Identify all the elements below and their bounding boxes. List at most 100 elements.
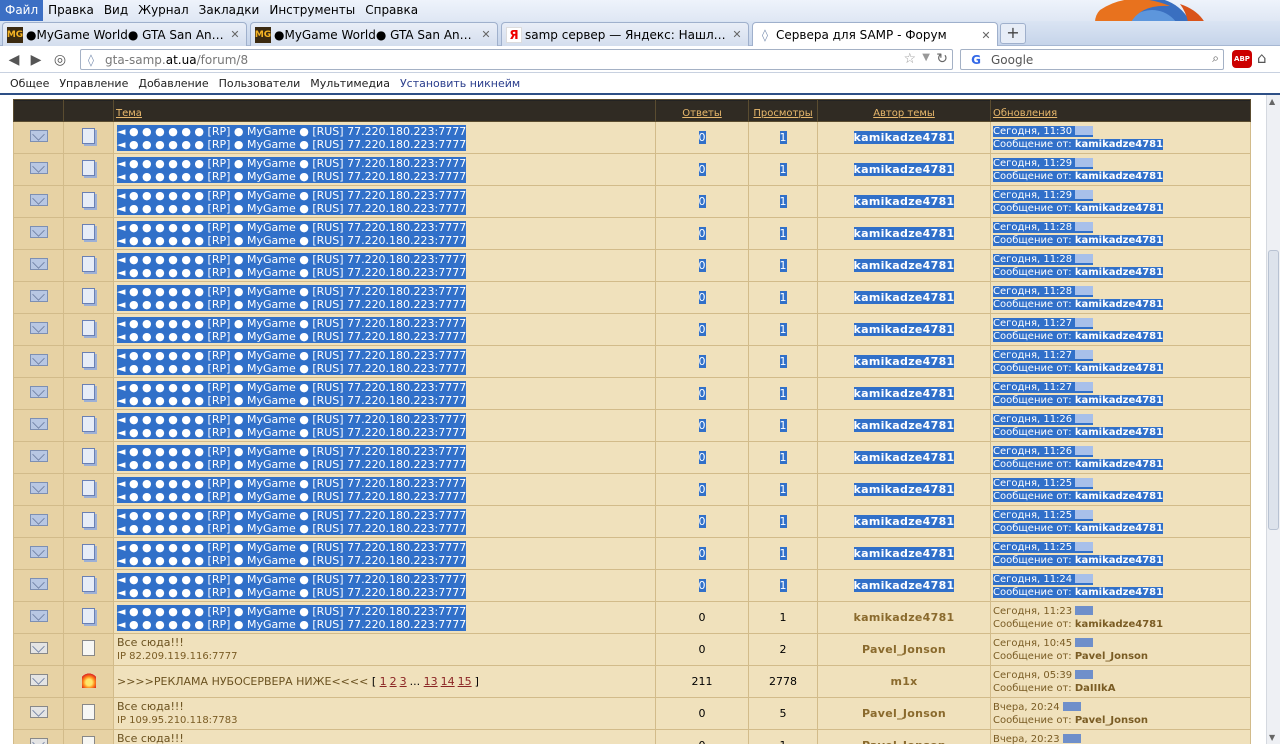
last-post-author[interactable]: kamikadze4781 [1075,171,1163,182]
menu-item[interactable]: Журнал [133,0,194,21]
tab-2[interactable]: MG●MyGame World● GTA San Andreas Multi..… [250,22,498,46]
go-to-last-post-icon[interactable] [1075,669,1094,679]
author-link[interactable]: Pavel_Jonson [817,729,991,744]
topic-link[interactable]: ◄ ● ● ● ● ● ● [RP] ● MyGame ● [RUS] 77.2… [117,156,467,170]
author-link[interactable]: kamikadze4781 [853,291,955,304]
go-to-last-post-icon[interactable] [1075,541,1094,551]
page-link[interactable]: 14 [441,675,455,688]
google-engine-icon[interactable]: G [961,53,991,67]
table-row[interactable]: ◄ ● ● ● ● ● ● [RP] ● MyGame ● [RUS] 77.2… [13,441,1251,474]
last-post-author[interactable]: kamikadze4781 [1075,299,1163,310]
history-icon[interactable]: ◎ [50,50,70,70]
topic-link[interactable]: ◄ ● ● ● ● ● ● [RP] ● MyGame ● [RUS] 77.2… [117,572,467,586]
topic-link[interactable]: ◄ ● ● ● ● ● ● [RP] ● MyGame ● [RUS] 77.2… [117,252,467,266]
close-icon[interactable]: ✕ [228,28,242,41]
go-to-last-post-icon[interactable] [1075,477,1094,487]
go-to-last-post-icon[interactable] [1062,701,1081,711]
tab-4[interactable]: ◊ Сервера для SAMP - Форум ✕ [752,22,998,47]
last-post-author[interactable]: kamikadze4781 [1075,619,1163,630]
go-to-last-post-icon[interactable] [1075,221,1094,231]
table-row[interactable]: ◄ ● ● ● ● ● ● [RP] ● MyGame ● [RUS] 77.2… [13,473,1251,506]
tab-1[interactable]: MG●MyGame World● GTA San Andreas Multi..… [2,22,247,46]
go-to-last-post-icon[interactable] [1075,317,1094,327]
sitenav-item[interactable]: Мультимедиа [305,77,395,90]
topic-link[interactable]: ◄ ● ● ● ● ● ● [RP] ● MyGame ● [RUS] 77.2… [117,220,467,234]
table-row[interactable]: ◄ ● ● ● ● ● ● [RP] ● MyGame ● [RUS] 77.2… [13,537,1251,570]
topic-link[interactable]: ◄ ● ● ● ● ● ● [RP] ● MyGame ● [RUS] 77.2… [117,188,467,202]
last-post-author[interactable]: DaIIIkA [1075,683,1116,694]
topic-link[interactable]: >>>>РЕКЛАМА НУБОСЕРВЕРА НИЖЕ<<<< [117,675,368,688]
last-post-author[interactable]: kamikadze4781 [1075,523,1163,534]
go-to-last-post-icon[interactable] [1075,573,1094,583]
author-link[interactable]: kamikadze4781 [853,451,955,464]
search-input[interactable]: G Google ⌕ [960,49,1224,70]
menu-item[interactable]: Правка [43,0,99,21]
table-row[interactable]: ◄ ● ● ● ● ● ● [RP] ● MyGame ● [RUS] 77.2… [13,153,1251,186]
go-to-last-post-icon[interactable] [1075,605,1094,615]
forward-arrow-icon[interactable]: ▶ [26,50,46,70]
table-row[interactable]: Все сюда!!! IP 109.95.210.118:7783 0 5 Pavel… [13,697,1251,730]
author-link[interactable]: kamikadze4781 [853,515,955,528]
page-link[interactable]: 13 [424,675,438,688]
go-to-last-post-icon[interactable] [1075,253,1094,263]
topic-link[interactable]: Все сюда!!! [117,700,184,713]
go-to-last-post-icon[interactable] [1075,509,1094,519]
author-link[interactable]: kamikadze4781 [853,419,955,432]
page-link[interactable]: 2 [390,675,397,688]
close-icon[interactable]: ✕ [730,28,744,41]
table-row[interactable]: ◄ ● ● ● ● ● ● [RP] ● MyGame ● [RUS] 77.2… [13,185,1251,218]
go-to-last-post-icon[interactable] [1075,349,1094,359]
go-to-last-post-icon[interactable] [1075,157,1094,167]
table-row[interactable]: ◄ ● ● ● ● ● ● [RP] ● MyGame ● [RUS] 77.2… [13,249,1251,282]
header-author[interactable]: Автор темы [817,99,991,122]
table-row[interactable]: ◄ ● ● ● ● ● ● [RP] ● MyGame ● [RUS] 77.2… [13,121,1251,154]
page-link[interactable]: 3 [400,675,407,688]
page-link[interactable]: 15 [458,675,472,688]
page-link[interactable]: 1 [380,675,387,688]
header-updates[interactable]: Обновления [990,99,1251,122]
topic-link[interactable]: ◄ ● ● ● ● ● ● [RP] ● MyGame ● [RUS] 77.2… [117,540,467,554]
table-row[interactable]: ◄ ● ● ● ● ● ● [RP] ● MyGame ● [RUS] 77.2… [13,409,1251,442]
go-to-last-post-icon[interactable] [1075,285,1094,295]
url-dropdown-icon[interactable]: ▼ [922,52,930,63]
adblock-icon[interactable]: ABP [1232,50,1252,68]
header-replies[interactable]: Ответы [655,99,749,122]
close-icon[interactable]: ✕ [479,28,493,41]
home-icon[interactable]: ⌂ [1257,49,1267,67]
site-identity-icon[interactable]: ◊ [81,53,101,67]
topic-link[interactable]: ◄ ● ● ● ● ● ● [RP] ● MyGame ● [RUS] 77.2… [117,508,467,522]
header-topic[interactable]: Тема [113,99,656,122]
last-post-author[interactable]: kamikadze4781 [1075,139,1163,150]
scroll-up-icon[interactable]: ▲ [1269,97,1275,106]
bookmark-star-icon[interactable]: ☆ [903,51,916,67]
last-post-author[interactable]: kamikadze4781 [1075,235,1163,246]
sitenav-item[interactable]: Добавление [133,77,213,90]
last-post-author[interactable]: kamikadze4781 [1075,203,1163,214]
last-post-author[interactable]: kamikadze4781 [1075,427,1163,438]
table-row[interactable]: >>>>РЕКЛАМА НУБОСЕРВЕРА НИЖЕ<<<< [ 1 2 3..… [13,665,1251,698]
go-to-last-post-icon[interactable] [1075,189,1094,199]
menu-item[interactable]: Инструменты [264,0,360,21]
topic-link[interactable]: Все сюда!!! [117,636,184,649]
last-post-author[interactable]: kamikadze4781 [1075,331,1163,342]
last-post-author[interactable]: kamikadze4781 [1075,555,1163,566]
table-row[interactable]: ◄ ● ● ● ● ● ● [RP] ● MyGame ● [RUS] 77.2… [13,217,1251,250]
search-icon[interactable]: ⌕ [1212,51,1219,66]
topic-link[interactable]: ◄ ● ● ● ● ● ● [RP] ● MyGame ● [RUS] 77.2… [117,284,467,298]
new-tab-button[interactable]: + [1000,23,1026,44]
go-to-last-post-icon[interactable] [1062,733,1081,743]
sitenav-item[interactable]: Пользователи [214,77,306,90]
topic-link[interactable]: ◄ ● ● ● ● ● ● [RP] ● MyGame ● [RUS] 77.2… [117,604,467,618]
menu-item[interactable]: Справка [360,0,423,21]
author-link[interactable]: kamikadze4781 [853,547,955,560]
author-link[interactable]: kamikadze4781 [854,611,955,624]
table-row[interactable]: ◄ ● ● ● ● ● ● [RP] ● MyGame ● [RUS] 77.2… [13,569,1251,602]
last-post-author[interactable]: kamikadze4781 [1075,459,1163,470]
author-link[interactable]: kamikadze4781 [853,483,955,496]
scrollbar-thumb[interactable] [1268,250,1279,530]
topic-link[interactable]: ◄ ● ● ● ● ● ● [RP] ● MyGame ● [RUS] 77.2… [117,444,467,458]
author-link[interactable]: kamikadze4781 [853,579,955,592]
header-views[interactable]: Просмотры [748,99,818,122]
topic-link[interactable]: ◄ ● ● ● ● ● ● [RP] ● MyGame ● [RUS] 77.2… [117,124,467,138]
back-arrow-icon[interactable]: ◀ [4,50,24,70]
